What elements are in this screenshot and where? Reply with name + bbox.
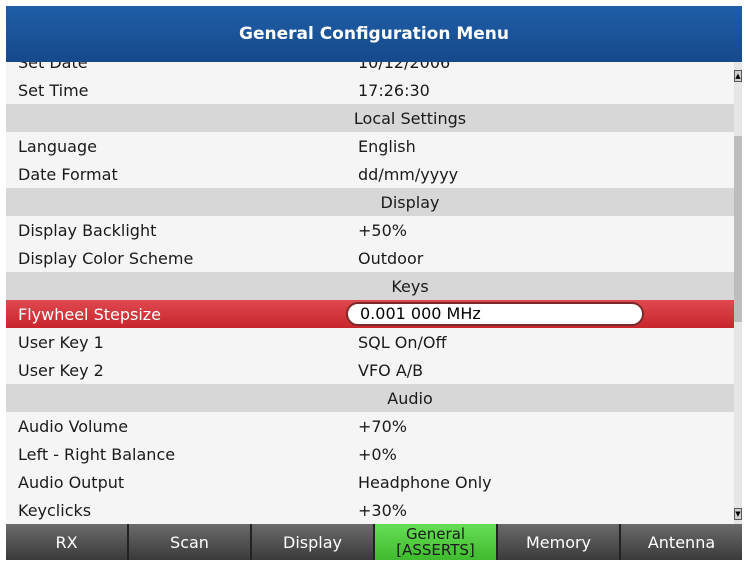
setting-label: Date Format — [18, 164, 118, 184]
setting-row[interactable]: Keyclicks +30% — [6, 496, 734, 524]
scrollbar-thumb[interactable] — [734, 136, 742, 322]
setting-row[interactable]: User Key 1 SQL On/Off — [6, 328, 734, 356]
setting-label: Set Time — [18, 80, 89, 100]
setting-value: VFO A/B — [358, 360, 424, 380]
softkey-memory[interactable]: Memory — [498, 524, 619, 560]
setting-value-cell: 0.001 000 MHz — [346, 302, 734, 326]
setting-label: Keyclicks — [18, 500, 92, 520]
setting-row[interactable]: Audio Output Headphone Only — [6, 468, 734, 496]
softkey-label: Memory — [525, 532, 592, 552]
softkey-sublabel: [ASSERTS] — [396, 541, 475, 559]
section-title: Audio — [387, 388, 433, 408]
setting-row[interactable]: Set Date 10/12/2006 — [6, 62, 734, 76]
setting-row[interactable]: Language English — [6, 132, 734, 160]
section-header: Keys — [6, 272, 734, 300]
setting-value: 17:26:30 — [358, 80, 430, 100]
setting-label: User Key 2 — [18, 360, 104, 380]
settings-list: Set Date 10/12/2006 Set Time 17:26:30 Local … — [6, 62, 734, 524]
section-title: Local Settings — [353, 108, 467, 128]
setting-value: SQL On/Off — [358, 332, 447, 352]
section-title: Keys — [391, 276, 429, 296]
setting-value: Outdoor — [358, 248, 424, 268]
setting-label: User Key 1 — [18, 332, 104, 352]
menu-title-text: General Configuration Menu — [238, 24, 509, 44]
setting-value: English — [358, 136, 416, 156]
softkey-label: Display — [283, 532, 342, 552]
setting-value: +0% — [358, 444, 397, 464]
setting-row[interactable]: User Key 2 VFO A/B — [6, 356, 734, 384]
softkey-scan[interactable]: Scan — [129, 524, 250, 560]
setting-value: 10/12/2006 — [358, 62, 451, 72]
setting-value: dd/mm/yyyy — [358, 164, 459, 184]
setting-value: +70% — [358, 416, 407, 436]
setting-value: Headphone Only — [358, 472, 492, 492]
setting-label: Set Date — [18, 62, 88, 72]
setting-row[interactable]: Date Format dd/mm/yyyy — [6, 160, 734, 188]
scroll-down-icon[interactable]: ▼ — [734, 508, 742, 520]
softkey-label: RX — [55, 532, 78, 552]
setting-value: +30% — [358, 500, 407, 520]
softkey-label: Antenna — [647, 532, 716, 552]
setting-label: Audio Output — [18, 472, 125, 492]
section-header: Audio — [6, 384, 734, 412]
softkey-rx[interactable]: RX — [6, 524, 127, 560]
setting-label: Flywheel Stepsize — [18, 304, 162, 324]
setting-row[interactable]: Display Color Scheme Outdoor — [6, 244, 734, 272]
setting-value: +50% — [358, 220, 407, 240]
radio-display: General Configuration Menu Set Date 10/12… — [6, 6, 742, 560]
settings-rows: Set Date 10/12/2006 Set Time 17:26:30 Local … — [6, 62, 734, 524]
setting-label: Left - Right Balance — [18, 444, 176, 464]
setting-value-input[interactable]: 0.001 000 MHz — [346, 302, 644, 326]
section-header: Local Settings — [6, 104, 734, 132]
setting-label: Language — [18, 136, 97, 156]
softkey-general[interactable]: General [ASSERTS] — [375, 524, 496, 560]
softkey-antenna[interactable]: Antenna — [621, 524, 742, 560]
softkey-label: General — [405, 525, 466, 543]
softkey-display[interactable]: Display — [252, 524, 373, 560]
setting-row[interactable]: Display Backlight +50% — [6, 216, 734, 244]
setting-label: Audio Volume — [18, 416, 129, 436]
setting-row[interactable]: Set Time 17:26:30 — [6, 76, 734, 104]
setting-label: Display Color Scheme — [18, 248, 194, 268]
menu-title: General Configuration Menu — [6, 6, 742, 62]
setting-row[interactable]: Left - Right Balance +0% — [6, 440, 734, 468]
setting-row-selected[interactable]: Flywheel Stepsize 0.001 000 MHz — [6, 300, 734, 328]
softkey-bar: RX Scan Display General [ASSERTS] Memory Anten… — [6, 524, 742, 560]
scroll-up-icon[interactable]: ▲ — [734, 70, 742, 82]
section-header: Display — [6, 188, 734, 216]
section-title: Display — [380, 192, 440, 212]
scrollbar[interactable]: ▲ ▼ — [734, 62, 742, 524]
setting-label: Display Backlight — [18, 220, 157, 240]
softkey-label: Scan — [170, 532, 209, 552]
setting-row[interactable]: Audio Volume +70% — [6, 412, 734, 440]
